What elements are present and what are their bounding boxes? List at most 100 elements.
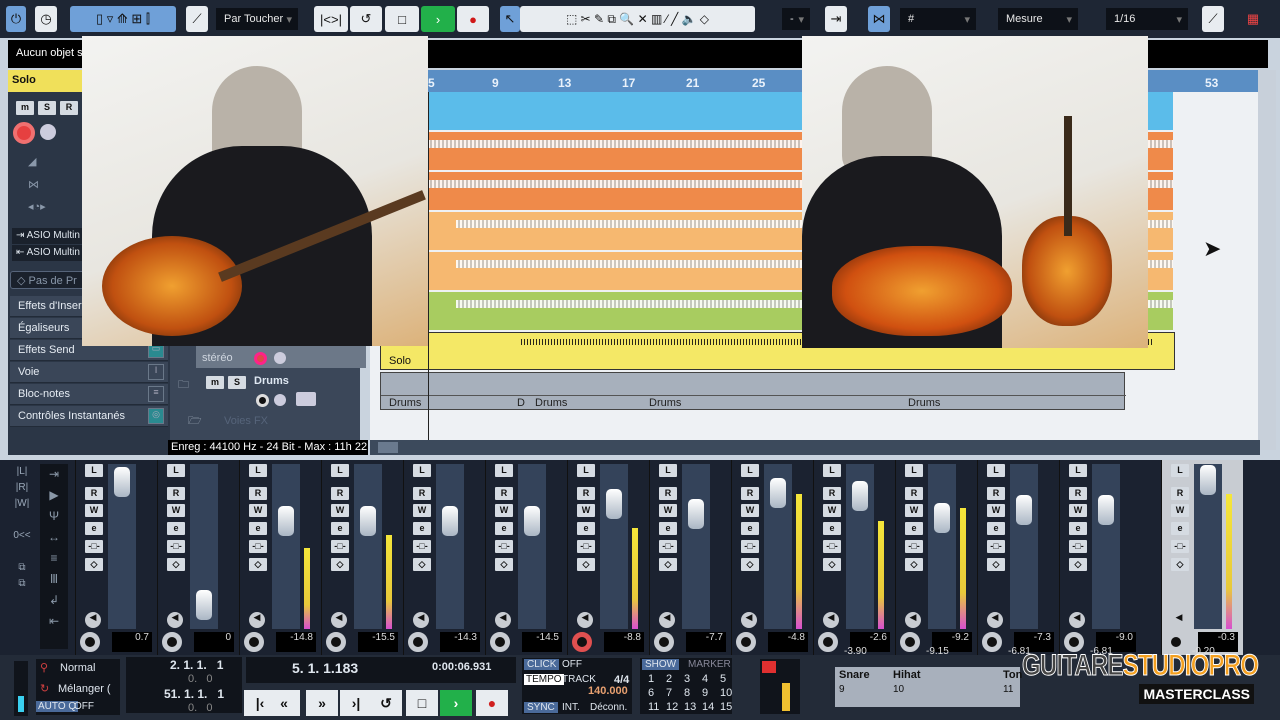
drums-part-label[interactable]: Drums [908,397,940,409]
edit-channel-button[interactable]: e [905,522,923,535]
volume-fader[interactable] [278,506,294,536]
monitor-icon[interactable]: ◀ [577,612,593,628]
track-monitor-icon[interactable] [274,352,286,364]
record-enable-knob[interactable] [162,632,182,652]
lock-icon[interactable] [296,392,316,406]
volume-value[interactable]: -7.7 [686,632,726,652]
insert-bypass-icon[interactable]: -□- [987,540,1005,553]
vertical-scrollbar[interactable] [1258,70,1276,450]
read-automation-button[interactable]: R [495,487,513,500]
stop-transport-button[interactable]: □ [406,690,438,716]
insert-bypass-icon[interactable]: -□- [331,540,349,553]
mute-button[interactable]: m [16,101,34,115]
drums-part-label[interactable]: Drums [535,397,567,409]
record-enable-knob[interactable] [408,632,428,652]
secondary-time-display[interactable]: 0:00:06.931 [432,661,491,673]
listen-button[interactable]: L [577,464,595,477]
output-routing[interactable]: ⇤ ASIO Multin [12,245,92,261]
input-routing[interactable]: ⇥ ASIO Multin [12,228,92,244]
read-automation-button[interactable]: R [905,487,923,500]
automation-mode-select[interactable]: Par Toucher [216,8,298,30]
volume-value[interactable]: -14.8 [276,632,316,652]
read-automation-button[interactable]: R [987,487,1005,500]
preset-select[interactable]: ◇ Pas de Pr [10,271,90,289]
marker-button[interactable]: 11 [648,701,659,713]
write-automation-button[interactable]: W [331,504,349,517]
view-toggles[interactable]: ▯ ▿ ⟰ ⊞ ⫿ [70,6,176,32]
insert-bypass-icon[interactable]: -□- [495,540,513,553]
power-icon[interactable]: ⏻ [6,6,26,32]
left-locator[interactable]: 2. 1. 1. 1 [170,658,223,672]
tempo-value[interactable]: 140.000 [588,685,628,697]
record-enable-knob[interactable] [80,632,100,652]
volume-value[interactable]: -15.5 [358,632,398,652]
go-to-end-button[interactable]: ›| [340,690,372,716]
volume-fader[interactable] [606,489,622,520]
mixer-global-buttons[interactable]: |L| |R| |W| 0<< ⧉ ⧉ [8,464,36,644]
quantize-type-select[interactable]: - [782,8,810,30]
tool-palette[interactable]: ⬚ ✂ ✎ ⧉ 🔍 ✕ ▥ ⁄ ╱ 🔈 ◇ [520,6,755,32]
eq-bypass-icon[interactable]: ◇ [1069,558,1087,571]
volume-value[interactable]: -4.8 [768,632,808,652]
record-enable-knob[interactable] [490,632,510,652]
solo-button[interactable]: S [38,101,56,115]
write-automation-button[interactable]: W [905,504,923,517]
listen-button[interactable]: L [1069,464,1087,477]
play-transport-button[interactable]: › [440,690,472,716]
mixer-view-icons[interactable]: ⇥ ▶ Ψ ↔ ≡ Ⅲ ↲ ⇤ [40,464,68,649]
click-button[interactable]: CLICK [524,659,560,670]
insert-bypass-icon[interactable]: -□- [1069,540,1087,553]
volume-value[interactable]: -14.3 [440,632,480,652]
monitor-icon[interactable]: ◀ [823,612,839,628]
marker-button[interactable]: 1 [648,673,654,685]
drums-part-label[interactable]: Drums [649,397,681,409]
marker-button[interactable]: 12 [666,701,678,713]
record-button[interactable]: ● [457,6,489,32]
quantize-icon[interactable]: ⟋ [1202,6,1224,32]
write-automation-button[interactable]: W [659,504,677,517]
volume-value[interactable]: 0 [194,632,234,652]
write-automation-button[interactable]: W [823,504,841,517]
section-notepad[interactable]: Bloc-notes ≡ [10,384,168,405]
monitor-icon[interactable]: ◀ [167,612,183,628]
record-enable-knob[interactable] [818,632,838,652]
edit-channel-button[interactable]: e [167,522,185,535]
quantize-select[interactable]: 1/16 [1106,8,1188,30]
cycle-button[interactable]: ↺ [350,6,382,32]
edit-channel-button[interactable]: e [413,522,431,535]
section-quick-controls[interactable]: Contrôles Instantanés ◎ [10,406,168,427]
record-enable-knob[interactable] [244,632,264,652]
volume-fader[interactable] [524,506,540,536]
eq-bypass-icon[interactable]: ◇ [577,558,595,571]
volume-fader[interactable] [1016,494,1032,525]
insert-bypass-icon[interactable]: -□- [577,540,595,553]
marker-button[interactable]: 2 [666,673,672,685]
drum-name[interactable]: Snare [839,669,870,681]
eq-bypass-icon[interactable]: ◇ [741,558,759,571]
monitor-icon[interactable]: ◀ [741,612,757,628]
play-button[interactable]: › [421,6,455,32]
forward-button[interactable]: » [306,690,338,716]
marker-button[interactable]: 15 [720,701,732,713]
read-automation-button[interactable]: R [413,487,431,500]
edit-channel-button[interactable]: e [331,522,349,535]
read-automation-button[interactable]: R [659,487,677,500]
drum-name[interactable]: Hihat [893,669,921,681]
record-enable-knob[interactable] [736,632,756,652]
edit-channel-button[interactable]: e [741,522,759,535]
volume-fader[interactable] [770,478,786,508]
colors-icon[interactable]: ▦ [1240,6,1266,32]
write-automation-button[interactable]: W [495,504,513,517]
cycle-transport-button[interactable]: ↺ [370,690,402,716]
drums-monitor-icon[interactable] [274,394,286,406]
volume-value[interactable]: -14.5 [522,632,562,652]
record-enable-knob[interactable] [572,632,592,652]
marker-button[interactable]: 4 [702,673,708,685]
listen-button[interactable]: L [167,464,185,477]
marker-button[interactable]: 14 [702,701,714,713]
tempo-button[interactable]: TEMPO [524,674,564,685]
monitor-icon[interactable]: ◀ [495,612,511,628]
drums-mute-button[interactable]: m [206,376,224,389]
eq-bypass-icon[interactable]: ◇ [659,558,677,571]
primary-time-display[interactable]: 5. 1. 1.183 [292,660,358,676]
